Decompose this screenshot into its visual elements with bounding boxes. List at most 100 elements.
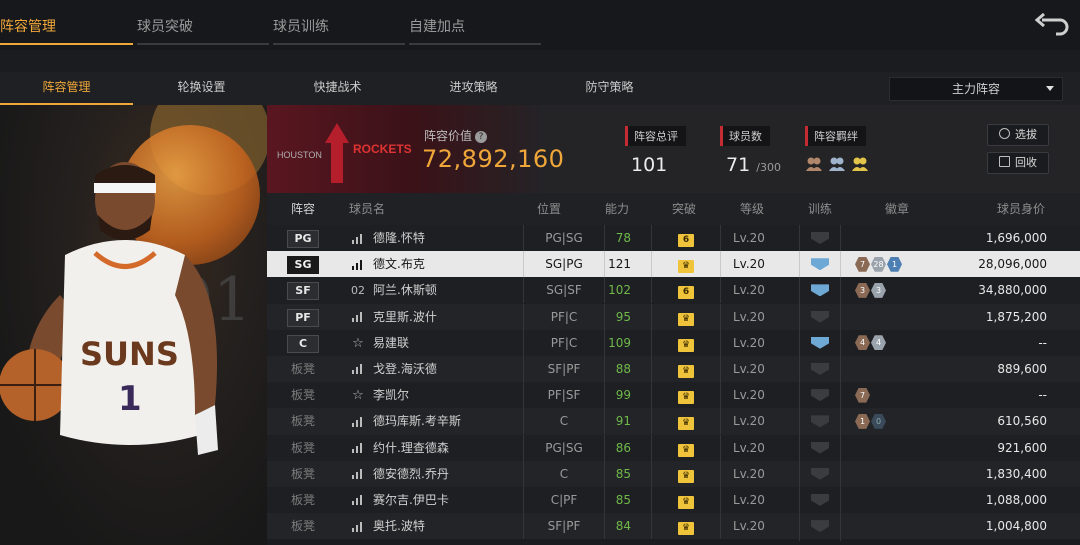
lineup-slot[interactable]: 板凳 — [285, 356, 321, 382]
table-row[interactable]: 板凳 奥托.波特 SF|PF 84 ♛ Lv.20 1,004,800 — [267, 513, 1080, 542]
slot-badge: SF — [287, 282, 319, 301]
player-position: PF|C — [523, 329, 605, 356]
player-figure: SUNS 1 — [0, 162, 218, 455]
slot-badge: PG — [287, 230, 319, 248]
player-name: 德玛库斯.考辛斯 — [373, 414, 461, 429]
table-row[interactable]: SG 德文.布克 SG|PG 121 ♛ Lv.20 7 28 1 28,096,000 — [267, 251, 1080, 280]
breakthrough-cell: ♛ — [651, 513, 721, 540]
select-button[interactable]: 选拔 — [987, 124, 1049, 146]
player-position: SF|PF — [523, 355, 605, 382]
player-ability: 78 — [615, 231, 631, 245]
back-arrow-icon[interactable] — [1034, 12, 1070, 40]
player-position: PF|C — [523, 303, 605, 330]
help-icon[interactable]: ? — [475, 130, 488, 143]
crown-icon: ♛ — [678, 338, 694, 352]
emblem-hex-icon: 28 — [871, 256, 886, 272]
table-row[interactable]: C ☆ 易建联 PF|C 109 ♛ Lv.20 4 4 -- — [267, 329, 1080, 358]
lineup-bonds[interactable]: 阵容羁绊 — [805, 125, 869, 172]
table-row[interactable]: PG 德隆.怀特 PG|SG 78 6 Lv.20 1,696,000 — [267, 225, 1080, 253]
table-row[interactable]: 板凳 赛尔吉.伊巴卡 C|PF 85 ♛ Lv.20 1,088,000 — [267, 486, 1080, 515]
player-name: 德安德烈.乔丹 — [373, 466, 449, 481]
col-level: 等级 — [740, 202, 765, 216]
player-level: Lv.20 — [733, 231, 765, 245]
col-value: 球员身价 — [997, 202, 1046, 216]
bond-icon-gold[interactable] — [851, 156, 869, 172]
table-row[interactable]: 板凳 ☆ 李凯尔 PF|SF 99 ♛ Lv.20 7 -- — [267, 382, 1080, 411]
crown-icon: ♛ — [678, 443, 694, 457]
player-count-value: 71 — [726, 154, 751, 176]
lineup-slot[interactable]: 板凳 — [285, 435, 321, 461]
lineup-slot[interactable]: 板凳 — [285, 461, 321, 487]
lineup-slot[interactable]: 板凳 — [285, 382, 321, 408]
emblem-hex-icon: 4 — [871, 335, 886, 351]
lineup-slot[interactable]: SG — [285, 251, 321, 277]
training-shield-icon — [811, 362, 829, 375]
player-position: SG|PG — [523, 251, 605, 278]
player-level: Lv.20 — [733, 414, 765, 429]
sub-tab-defense[interactable]: 防守策略 — [543, 72, 676, 103]
rank-number-icon: 02 — [351, 284, 365, 298]
player-name: 德隆.怀特 — [373, 231, 425, 245]
lineup-slot[interactable]: SF — [285, 277, 321, 303]
table-row[interactable]: 板凳 戈登.海沃德 SF|PF 88 ♛ Lv.20 889,600 — [267, 355, 1080, 384]
table-header: 阵容 球员名 位置 能力 突破 等级 训练 徽章 球员身价 — [267, 193, 1080, 225]
star-icon: ☆ — [352, 388, 364, 404]
roster-rows: PG 德隆.怀特 PG|SG 78 6 Lv.20 1,696,000 SG 德文.布克 SG|P… — [267, 225, 1080, 542]
lineup-slot[interactable]: PG — [285, 225, 321, 251]
emblem-hex-icon: 1 — [855, 413, 870, 429]
training-shield-icon — [811, 284, 829, 297]
lineup-slot[interactable]: 板凳 — [285, 513, 321, 539]
lineup-slot[interactable]: C — [285, 330, 321, 356]
lineup-slot[interactable]: PF — [285, 304, 321, 330]
crown-icon: ♛ — [678, 312, 694, 326]
breakthrough-cell: ♛ — [651, 382, 721, 409]
col-breakthrough: 突破 — [672, 202, 697, 216]
lineup-dropdown[interactable]: 主力阵容 — [889, 77, 1063, 101]
recycle-button[interactable]: 回收 — [987, 152, 1049, 174]
emblem-hex-icon: 7 — [855, 387, 870, 403]
breakthrough-cell: 6 — [651, 225, 721, 251]
player-position: C — [523, 408, 605, 435]
sub-tab-rotation[interactable]: 轮换设置 — [135, 72, 268, 103]
top-tab-training[interactable]: 球员训练 — [273, 0, 405, 45]
bond-icon-silver[interactable] — [828, 156, 846, 172]
rank-bars-icon — [347, 251, 369, 277]
table-row[interactable]: 板凳 德玛库斯.考辛斯 C 91 ♛ Lv.20 1 0 610,560 — [267, 408, 1080, 437]
player-count: 球员数 71 /300 — [720, 125, 781, 176]
crown-icon: ♛ — [678, 364, 694, 378]
top-tab-label: 阵容管理 — [0, 19, 56, 35]
breakthrough-cell: ♛ — [651, 329, 721, 356]
table-row[interactable]: PF 克里斯.波什 PF|C 95 ♛ Lv.20 1,875,200 — [267, 303, 1080, 332]
lineup-slot[interactable]: 板凳 — [285, 408, 321, 434]
emblem-hex-icon: 4 — [855, 335, 870, 351]
sub-tab-lineup[interactable]: 阵容管理 — [0, 72, 133, 105]
table-row[interactable]: SF 02 阿兰.休斯顿 SG|SF 102 6 Lv.20 3 3 34,880,000 — [267, 277, 1080, 306]
lineup-slot[interactable]: 板凳 — [285, 487, 321, 513]
player-value: 1,696,000 — [985, 231, 1047, 245]
top-tab-custom-points[interactable]: 自建加点 — [409, 0, 541, 45]
sub-tab-quick-tactics[interactable]: 快捷战术 — [271, 72, 404, 103]
player-ability: 85 — [615, 466, 631, 481]
table-row[interactable]: 板凳 约什.理查德森 PG|SG 86 ♛ Lv.20 921,600 — [267, 434, 1080, 463]
training-shield-icon — [811, 415, 829, 428]
player-ability: 121 — [608, 257, 631, 272]
slot-badge: C — [287, 334, 319, 353]
breakthrough-cell: ♛ — [651, 486, 721, 513]
table-row[interactable]: 板凳 德安德烈.乔丹 C 85 ♛ Lv.20 1,830,400 — [267, 460, 1080, 489]
top-tab-breakthrough[interactable]: 球员突破 — [137, 0, 269, 45]
refresh-icon — [999, 128, 1010, 139]
player-ability: 95 — [615, 309, 631, 324]
training-shield-icon — [811, 520, 829, 533]
top-tab-lineup[interactable]: 阵容管理 — [0, 0, 133, 45]
lineup-value-label: 阵容价值? — [424, 127, 488, 144]
top-tab-label: 球员突破 — [137, 19, 193, 35]
emblem-hex-icon: 7 — [855, 256, 870, 272]
training-shield-icon — [811, 389, 829, 402]
training-cell — [799, 408, 841, 437]
bond-icon-bronze[interactable] — [805, 156, 823, 172]
player-ability: 88 — [615, 361, 631, 376]
player-name: 赛尔吉.伊巴卡 — [373, 492, 449, 507]
sub-tab-offense[interactable]: 进攻策略 — [407, 72, 540, 103]
training-cell — [799, 460, 841, 489]
player-value: 34,880,000 — [978, 283, 1047, 298]
